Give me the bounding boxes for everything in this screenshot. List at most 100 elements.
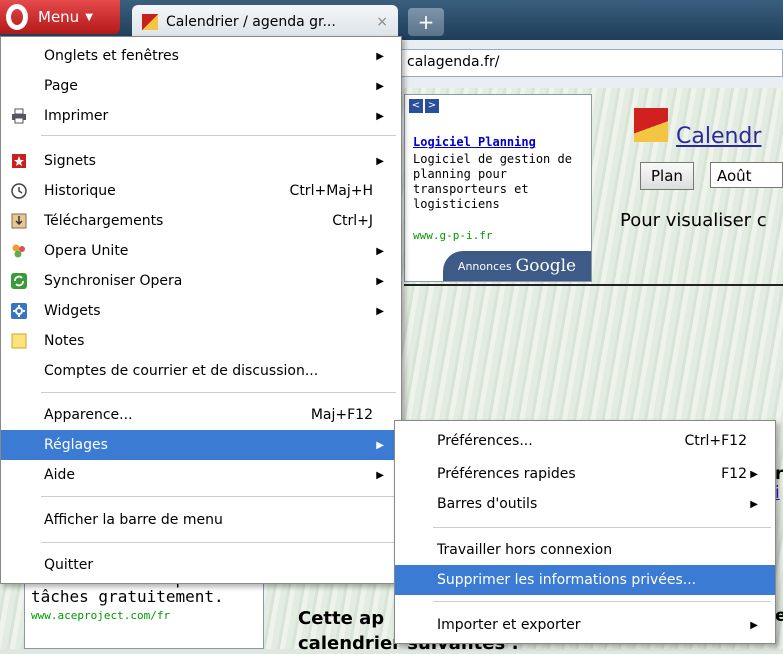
menu-item-label: Notes [44,333,85,349]
menu-item-history[interactable]: Historique Ctrl+Maj+H [1,176,401,206]
opera-menu-button[interactable]: Menu ▼ [0,0,120,34]
ad-text: Logiciel de gestion de planning pour tra… [413,152,572,211]
intro-text: Pour visualiser c [620,210,767,231]
ad-nav: < > [409,99,439,113]
submenu-item-quick-preferences[interactable]: Préférences rapides F12 ▶ [395,459,775,489]
submenu-arrow-icon: ▶ [376,275,384,287]
printer-icon [11,108,27,124]
menu-item-label: Réglages [44,437,108,453]
submenu-item-toolbars[interactable]: Barres d'outils ▶ [395,489,775,519]
submenu-arrow-icon: ▶ [376,439,384,451]
menu-separator [41,496,396,497]
right-text-fragment-2: e [775,606,783,626]
menu-separator [41,135,396,136]
menu-item-label: Comptes de courrier et de discussion... [44,363,319,379]
submenu-item-preferences[interactable]: Préférences... Ctrl+F12 [395,426,775,456]
google-logo: Google [515,256,577,276]
widgets-icon [11,303,27,319]
menu-item-sync-opera[interactable]: Synchroniser Opera ▶ [1,266,401,296]
ads-by-google-badge[interactable]: Annonces Google [443,251,591,281]
menu-item-label: Afficher la barre de menu [44,512,223,528]
menu-item-opera-unite[interactable]: Opera Unite ▶ [1,236,401,266]
menu-item-label: Téléchargements [44,213,164,229]
close-tab-icon[interactable]: × [376,14,388,30]
downloads-icon [11,213,27,229]
opera-main-menu: Onglets et fenêtres ▶ Page ▶ Imprimer ▶ … [0,36,402,584]
submenu-arrow-icon: ▶ [376,469,384,481]
menu-separator [433,601,771,602]
menu-item-label: Opera Unite [44,243,129,259]
site-title-link[interactable]: Calendr [676,124,761,149]
menu-item-label: Préférences rapides [437,466,576,482]
menu-item-widgets[interactable]: Widgets ▶ [1,296,401,326]
menu-item-label: Importer et exporter [437,617,581,633]
plan-button[interactable]: Plan [640,162,694,190]
bookmarks-icon [11,153,27,169]
ad-prev-button[interactable]: < [409,99,423,113]
menu-item-shortcut: F12 [721,466,747,482]
menu-item-label: Widgets [44,303,101,319]
calendar-logo-icon [634,108,668,142]
menu-item-notes[interactable]: Notes [1,326,401,356]
opera-unite-icon [11,243,27,259]
submenu-arrow-icon: ▶ [376,155,384,167]
menu-item-settings[interactable]: Réglages ▶ [1,430,401,460]
page-heading-line1: Cette ap [298,608,385,629]
submenu-arrow-icon: ▶ [376,305,384,317]
submenu-item-delete-private-data[interactable]: Supprimer les informations privées... [395,565,775,595]
menu-item-label: Synchroniser Opera [44,273,183,289]
sync-icon [11,273,27,289]
notes-icon [11,333,27,349]
browser-tab-bar: Menu ▼ Calendrier / agenda gr... × + [0,0,783,40]
menu-item-label: Aide [44,467,75,483]
browser-tab[interactable]: Calendrier / agenda gr... × [132,5,398,38]
menu-item-quit[interactable]: Quitter [1,550,401,580]
menu-separator [433,527,771,528]
opera-logo-icon [6,4,28,30]
address-field[interactable]: calagenda.fr/ [400,49,783,77]
menu-item-print[interactable]: Imprimer ▶ [1,101,401,131]
submenu-item-import-export[interactable]: Importer et exporter ▶ [395,610,775,640]
calendar-favicon-icon [142,13,158,30]
menu-item-label: Travailler hors connexion [437,542,613,558]
menu-separator [41,542,396,543]
menu-item-tabs-windows[interactable]: Onglets et fenêtres ▶ [1,41,401,71]
menu-item-appearance[interactable]: Apparence... Maj+F12 [1,400,401,430]
menu-item-label: Supprimer les informations privées... [437,572,697,588]
right-text-fragment: r [775,464,783,484]
ad-next-button[interactable]: > [425,99,439,113]
menu-item-shortcut: Ctrl+Maj+H [289,183,373,199]
submenu-arrow-icon: ▶ [750,619,758,631]
menu-item-downloads[interactable]: Téléchargements Ctrl+J [1,206,401,236]
side-ad-url[interactable]: www.aceproject.com/fr [31,609,170,622]
menu-item-label: Apparence... [44,407,133,423]
menu-item-label: Historique [44,183,116,199]
tab-title: Calendrier / agenda gr... [166,13,336,30]
menu-separator [41,392,396,393]
submenu-item-work-offline[interactable]: Travailler hors connexion [395,535,775,565]
google-ad-box[interactable]: < > Logiciel Planning Logiciel de gestio… [404,94,592,282]
month-select[interactable]: Août [710,162,783,188]
history-clock-icon [11,183,27,199]
menu-item-label: Quitter [44,557,94,573]
menu-item-label: Barres d'outils [437,496,538,512]
menu-item-label: Signets [44,153,96,169]
menu-item-shortcut: Ctrl+F12 [684,433,747,449]
submenu-arrow-icon: ▶ [376,80,384,92]
ad-title-link[interactable]: Logiciel Planning [413,135,536,149]
menu-item-label: Onglets et fenêtres [44,48,179,64]
submenu-arrow-icon: ▶ [376,245,384,257]
menu-item-mail-accounts[interactable]: Comptes de courrier et de discussion... [1,356,401,386]
ad-url[interactable]: www.g-p-i.fr [413,229,492,242]
submenu-arrow-icon: ▶ [750,498,758,510]
menu-item-page[interactable]: Page ▶ [1,71,401,101]
menu-item-bookmarks[interactable]: Signets ▶ [1,146,401,176]
menu-item-help[interactable]: Aide ▶ [1,460,401,490]
menu-item-show-menu-bar[interactable]: Afficher la barre de menu [1,505,401,535]
divider [404,284,783,286]
menu-item-shortcut: Maj+F12 [310,407,373,423]
new-tab-button[interactable]: + [408,8,444,36]
menu-item-label: Imprimer [44,108,109,124]
submenu-arrow-icon: ▶ [376,50,384,62]
chevron-down-icon: ▼ [85,11,93,23]
